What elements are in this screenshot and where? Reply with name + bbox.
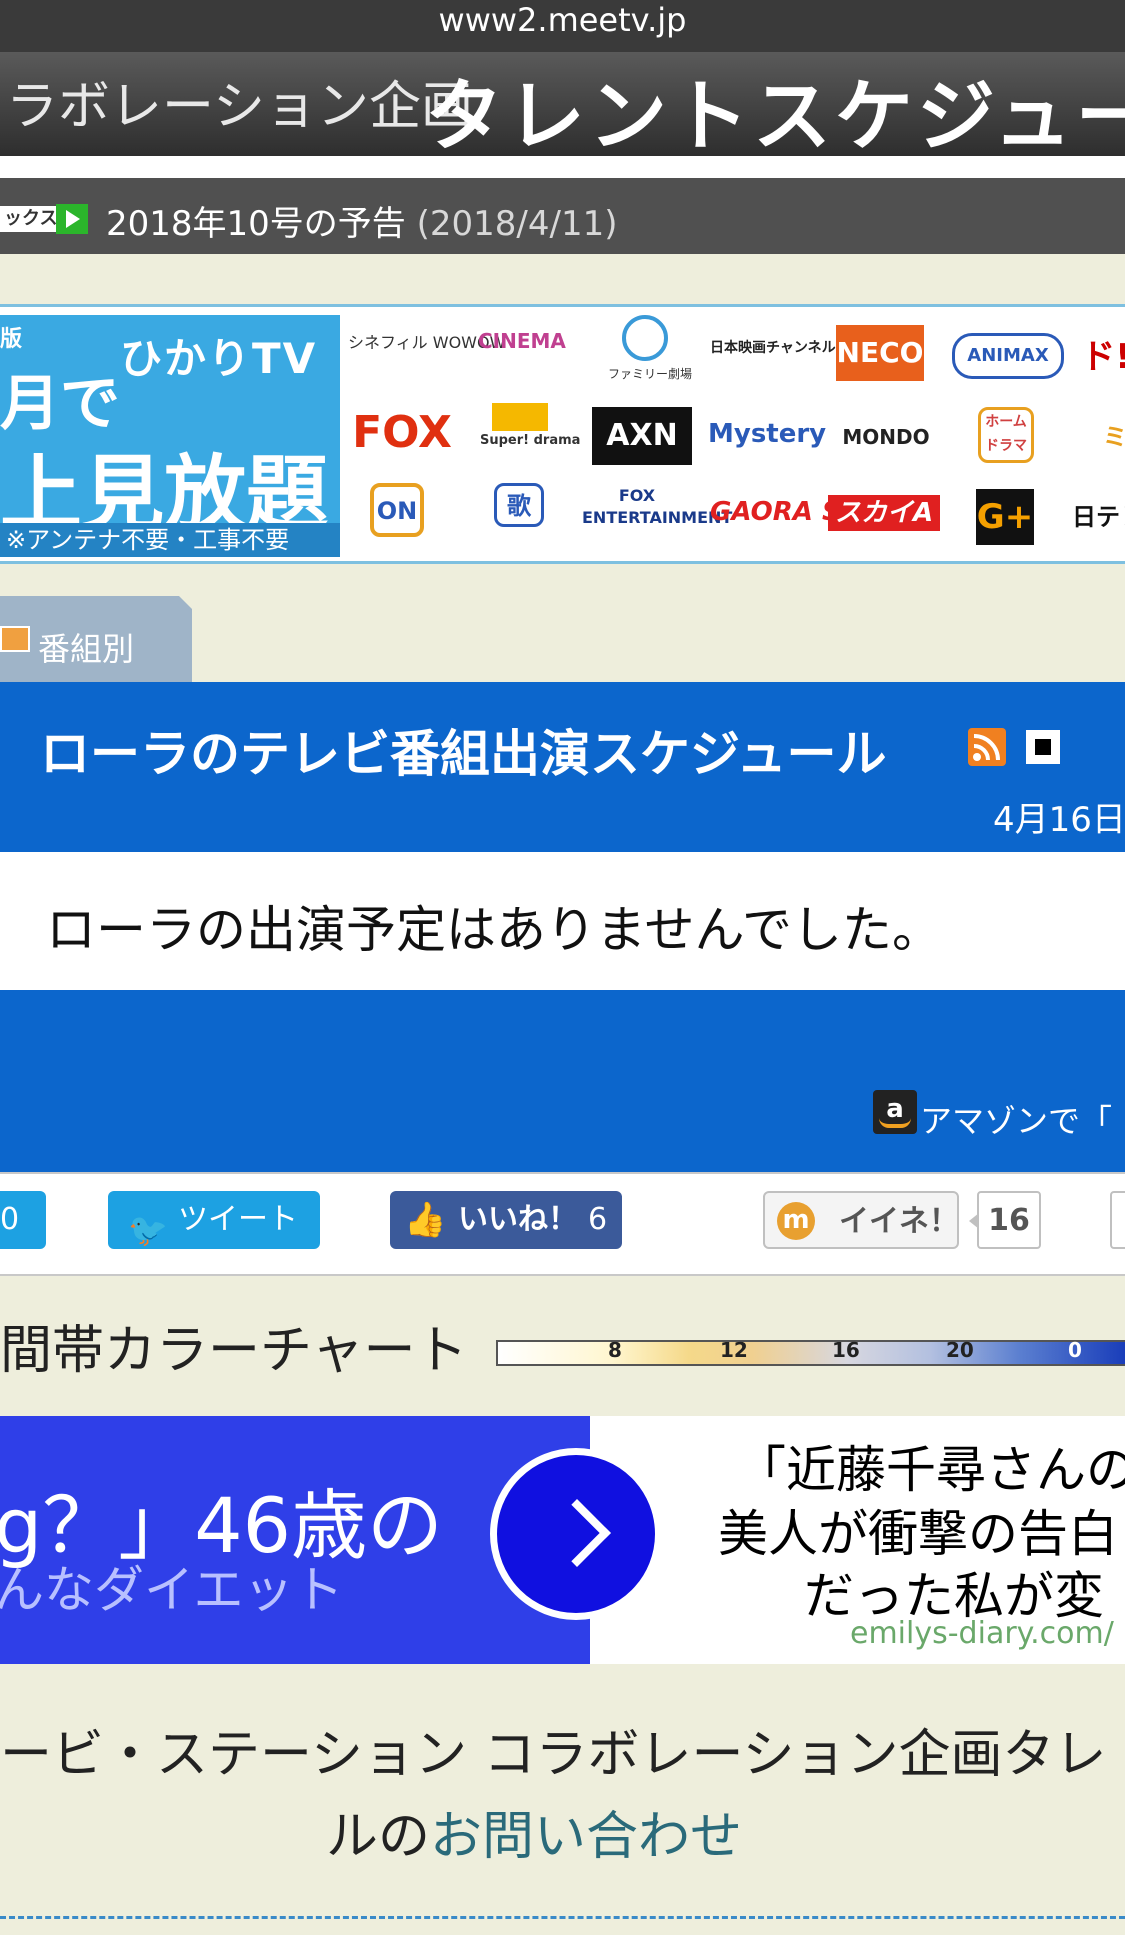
tick-8: 8 [608, 1338, 622, 1362]
blue-panel: a アマゾンで「 [0, 990, 1125, 1172]
banner-corner-text: 版 [0, 327, 23, 352]
share-count-button[interactable]: 0 [0, 1191, 46, 1249]
site-header: ラボレーション企画 タレントスケジュール [0, 52, 1125, 156]
tick-20: 20 [946, 1338, 974, 1362]
channel-logo-nittele: 日テレ [1072, 503, 1125, 531]
like-label: いいね！ [458, 1202, 578, 1237]
twitter-bird-icon: 🐦 [128, 1211, 168, 1249]
notice-text: ローラの出演予定はありませんでした。 [46, 901, 942, 959]
iine-label: イイネ！ [839, 1204, 959, 1239]
header-gap [0, 156, 1125, 178]
tick-0: 0 [1068, 1338, 1082, 1362]
color-chart-label: 間帯カラーチャート [0, 1321, 468, 1381]
thumbs-up-icon: 👍 [404, 1200, 447, 1240]
channel-logo-cinema: CINEMA [478, 329, 566, 353]
channel-logo-family: ファミリー劇場 [608, 367, 693, 381]
channel-logo-neco: NECO [836, 325, 924, 381]
tab-by-program[interactable]: 番組別 [0, 596, 193, 682]
channel-logo-on: ON [370, 483, 424, 537]
ad-subline: んなダイエット [0, 1561, 344, 1619]
footer-line1: ービ・ステーション コラボレーション企画タレ [0, 1725, 1107, 1785]
issue-tag: ックス [0, 206, 62, 232]
channel-logo-cut: ミ [1103, 423, 1125, 451]
stop-square-icon[interactable] [1026, 730, 1060, 764]
hikari-tv-banner[interactable]: 版 ひかりTV 月で 上見放題 ※アンテナ不要・工事不要 シネフィル WOWOW… [0, 304, 1125, 564]
advertisement[interactable]: g？」46歳の んなダイエット 「近藤千尋さんの 美人が衝撃の告白 だった私が変… [0, 1416, 1125, 1664]
channel-logo-nihon-eiga: 日本映画チャンネル [710, 340, 836, 356]
channel-logo-mondo: MONDO [842, 425, 930, 449]
tab-label: 番組別 [38, 630, 135, 668]
mixi-iine-button[interactable]: m イイネ！ [763, 1191, 959, 1249]
channel-logo-sky-a: スカイA [828, 495, 940, 531]
footer-prefix: ルの [326, 1807, 431, 1867]
like-count: 6 [588, 1202, 608, 1237]
amazon-link[interactable]: アマゾンで「 [920, 1096, 1112, 1142]
color-chart-bar: 8 12 16 20 0 [496, 1338, 1125, 1366]
tick-16: 16 [832, 1338, 860, 1362]
header-title[interactable]: タレントスケジュール [425, 54, 1125, 156]
page-title: ローラのテレビ番組出演スケジュール [40, 725, 887, 783]
play-arrow-icon [56, 204, 88, 234]
contact-link[interactable]: お問い合わせ [430, 1807, 742, 1867]
url-text: www2.meetv.jp [438, 1, 687, 39]
header-subtitle: ラボレーション企画 [6, 77, 473, 137]
facebook-like-button[interactable]: 👍 いいね！ 6 [390, 1191, 622, 1249]
mixi-icon: m [777, 1202, 815, 1240]
no-schedule-notice: ローラの出演予定はありませんでした。 [0, 852, 1125, 990]
amazon-icon[interactable]: a [873, 1090, 917, 1134]
iine-count: 16 [969, 1191, 1041, 1249]
title-date: 4月16日 [993, 800, 1125, 840]
banner-note: ※アンテナ不要・工事不要 [0, 523, 340, 557]
super-drama-icon [492, 403, 548, 431]
channel-logo-wowow: シネフィル WOWOW [348, 333, 506, 352]
issue-bar[interactable]: ックス 2018年10号の予告 (2018/4/11) [0, 178, 1125, 254]
banner-promo: 版 ひかりTV 月で 上見放題 ※アンテナ不要・工事不要 [0, 315, 340, 557]
family-gekijo-icon [622, 315, 668, 361]
tweet-button[interactable]: 🐦 ツイート [108, 1191, 320, 1249]
url-bar[interactable]: www2.meetv.jp [0, 0, 1125, 52]
ad-arrow-button[interactable] [490, 1448, 662, 1620]
share-button-edge[interactable] [1110, 1191, 1125, 1249]
rss-icon[interactable] [968, 728, 1006, 766]
footer-line2: ルのお問い合わせ [326, 1794, 742, 1869]
dashed-divider [0, 1916, 1125, 1919]
channel-logo-fox-ent: FOX ENTERTAINMENT [582, 486, 733, 527]
channel-logo-g-plus: G+ [976, 489, 1034, 545]
schedule-title-bar: ローラのテレビ番組出演スケジュール 4月16日 [0, 682, 1125, 852]
channel-logo-mystery: Mystery [708, 419, 827, 449]
channel-logo-kids: ド! [1081, 337, 1125, 377]
tick-12: 12 [720, 1338, 748, 1362]
channel-logo-super-drama: Super! drama [480, 433, 581, 448]
issue-title: 2018年10号の予告 [106, 204, 406, 244]
channel-logo-fox: FOX [352, 407, 452, 458]
issue-link[interactable]: 2018年10号の予告 (2018/4/11) [106, 196, 617, 245]
ad-right-line1: 「近藤千尋さんの [736, 1441, 1125, 1499]
banner-brand: ひかりTV [120, 334, 318, 383]
ad-url: emilys-diary.com/ [850, 1616, 1114, 1651]
share-row: 0 🐦 ツイート 👍 いいね！ 6 m イイネ！ 16 [0, 1172, 1125, 1276]
channel-logo-home-drama: ホームドラマ [978, 407, 1034, 463]
tv-icon [0, 626, 30, 652]
channel-logo-gaora: GAORA SPORTS [710, 497, 938, 527]
tweet-label: ツイート [178, 1202, 298, 1237]
issue-date: (2018/4/11) [416, 204, 618, 244]
channel-logo-axn: AXN [592, 407, 692, 465]
channel-logo-animax: ANIMAX [952, 333, 1064, 379]
channel-logo-uta: 歌 [494, 483, 544, 527]
